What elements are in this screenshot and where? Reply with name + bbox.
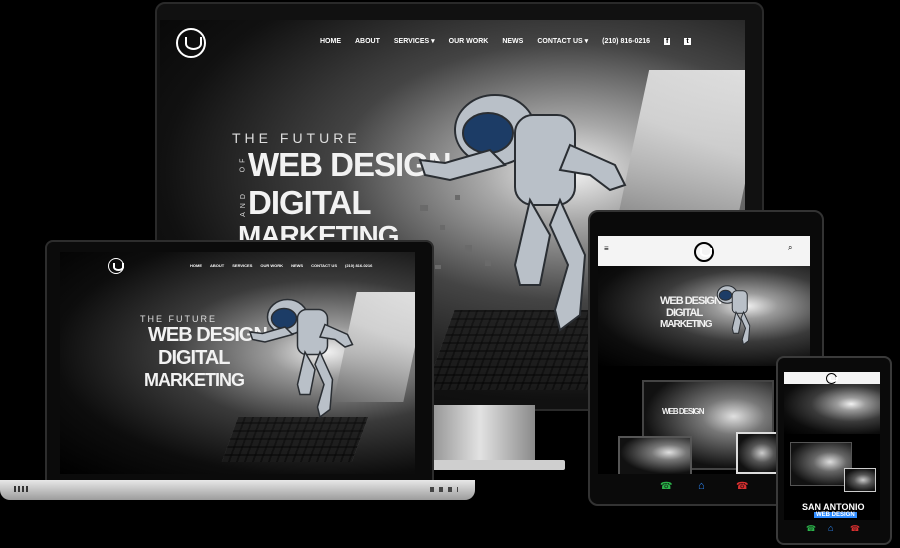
hero-of: OF	[239, 154, 247, 173]
hero-line-4: MARKETING	[660, 319, 713, 330]
hero-line-1: THE FUTURE	[232, 130, 361, 146]
banner-line-1: SAN ANTONIO	[802, 502, 865, 512]
chevron-down-icon: ▾	[431, 38, 435, 45]
hero-and: AND	[239, 190, 247, 217]
laptop-base	[0, 480, 475, 500]
nav-phone[interactable]: (210) 816-0216	[602, 38, 650, 45]
menu-icon[interactable]: ≡	[604, 244, 609, 253]
nested-laptop	[618, 436, 692, 474]
logo-icon[interactable]	[826, 373, 838, 384]
phone-icon[interactable]: ☎	[806, 524, 816, 533]
hangup-icon[interactable]: ☎	[736, 481, 748, 492]
astronaut-image	[716, 285, 751, 346]
facebook-icon[interactable]: f	[664, 37, 671, 45]
phone-hero	[784, 384, 880, 434]
nav-about[interactable]: ABOUT	[210, 263, 224, 268]
home-icon[interactable]: ⌂	[698, 480, 705, 492]
laptop-vent-icon	[14, 486, 28, 492]
search-icon[interactable]: ⌕	[788, 243, 792, 253]
nav-our-work[interactable]: OUR WORK	[449, 38, 489, 45]
chevron-down-icon: ▾	[584, 38, 589, 45]
astronaut-image	[248, 298, 354, 419]
phone-icon[interactable]: ☎	[660, 481, 672, 492]
nav-news[interactable]: NEWS	[502, 38, 523, 45]
logo-icon[interactable]	[694, 242, 714, 262]
phone-header	[784, 372, 880, 384]
hero-line-3: DIGITAL	[248, 184, 372, 221]
nav-our-work[interactable]: OUR WORK	[260, 263, 283, 268]
tablet-hero: WEB DESIGN DIGITAL MARKETING	[598, 266, 810, 366]
main-nav: HOME ABOUT SERVICES OUR WORK NEWS CONTAC…	[190, 263, 372, 268]
nav-contact[interactable]: CONTACT US	[311, 263, 337, 268]
nav-phone[interactable]: (210) 816-0216	[345, 263, 372, 268]
home-icon[interactable]: ⌂	[828, 523, 833, 533]
logo-icon[interactable]	[176, 28, 206, 58]
twitter-icon[interactable]: t	[684, 37, 691, 45]
nav-home[interactable]: HOME	[190, 263, 202, 268]
nav-about[interactable]: ABOUT	[355, 38, 380, 45]
phone-devices-image	[790, 442, 852, 486]
monitor-base	[430, 460, 565, 470]
hero-line-1: THE FUTURE	[140, 314, 217, 324]
nav-services[interactable]: SERVICES	[232, 263, 252, 268]
logo-icon[interactable]	[108, 258, 124, 274]
banner-line-2: WEB DESIGN	[814, 512, 857, 518]
main-nav: HOME ABOUT SERVICES ▾ OUR WORK NEWS CONT…	[320, 37, 691, 45]
laptop-indicator	[430, 487, 458, 492]
nested-tablet	[736, 432, 780, 474]
hero-line-4: MARKETING	[144, 370, 245, 390]
laptop-screen: HOME ABOUT SERVICES OUR WORK NEWS CONTAC…	[60, 252, 415, 474]
nav-contact[interactable]: CONTACT US ▾	[537, 37, 588, 45]
nav-home[interactable]: HOME	[320, 38, 341, 45]
hero-line-3: DIGITAL	[158, 347, 231, 369]
nav-news[interactable]: NEWS	[291, 263, 303, 268]
phone-devices-image-2	[844, 468, 876, 492]
phone-screen: SAN ANTONIO WEB DESIGN	[784, 372, 880, 520]
hero-line-2: WEB DESIGN	[662, 407, 705, 416]
nav-services[interactable]: SERVICES ▾	[394, 37, 435, 45]
tablet-header: ≡ ⌕	[598, 236, 810, 266]
monitor-stand	[425, 405, 535, 465]
hangup-icon[interactable]: ☎	[850, 524, 860, 533]
hero-line-3: DIGITAL	[666, 307, 703, 319]
